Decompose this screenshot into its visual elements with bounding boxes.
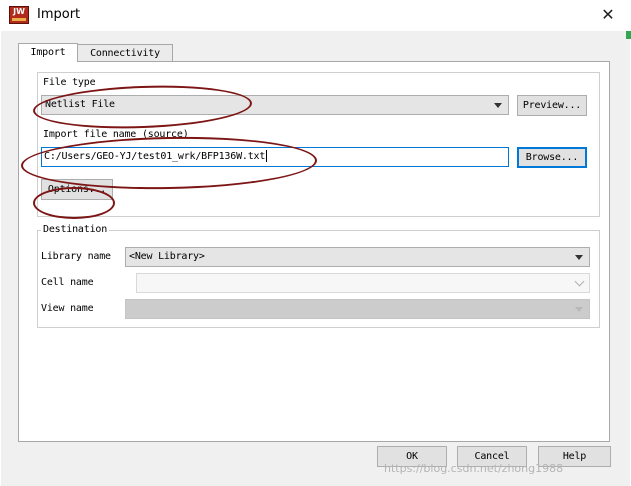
- watermark-text: https://blog.csdn.net/zhong1988: [384, 462, 564, 475]
- destination-group: Destination Library name <New Library> C…: [37, 224, 600, 328]
- view-name-label: View name: [41, 303, 94, 314]
- window-title: Import: [37, 7, 81, 22]
- file-type-value: Netlist File: [45, 99, 115, 110]
- file-type-label: File type: [41, 77, 98, 88]
- source-group: File type Netlist File Preview... Import…: [37, 72, 600, 217]
- background-window-edge: [626, 31, 631, 39]
- import-file-label: Import file name (source): [41, 129, 191, 140]
- chevron-down-icon: [575, 307, 583, 312]
- view-name-select[interactable]: [125, 299, 590, 319]
- title-bar: JW Import ✕: [0, 0, 631, 31]
- tab-connectivity[interactable]: Connectivity: [77, 44, 173, 62]
- import-tab-panel: File type Netlist File Preview... Import…: [18, 61, 610, 442]
- options-button[interactable]: Options...: [41, 179, 113, 200]
- close-icon[interactable]: ✕: [596, 4, 620, 26]
- import-file-value: C:/Users/GEO-YJ/test01_wrk/BFP136W.txt: [44, 151, 266, 162]
- app-logo-text: JW: [13, 7, 25, 16]
- import-file-input[interactable]: C:/Users/GEO-YJ/test01_wrk/BFP136W.txt: [41, 147, 509, 167]
- chevron-down-icon: [574, 276, 585, 287]
- preview-button[interactable]: Preview...: [517, 95, 587, 116]
- destination-legend: Destination: [41, 224, 110, 235]
- dialog-client: Import Connectivity File type Netlist Fi…: [1, 31, 630, 486]
- library-name-value: <New Library>: [129, 251, 205, 262]
- library-name-select[interactable]: <New Library>: [125, 247, 590, 267]
- library-name-label: Library name: [41, 251, 111, 262]
- cell-name-combo[interactable]: [136, 273, 590, 293]
- chevron-down-icon: [494, 103, 502, 108]
- cell-name-label: Cell name: [41, 277, 94, 288]
- browse-button[interactable]: Browse...: [517, 147, 587, 168]
- chevron-down-icon: [575, 255, 583, 260]
- file-type-select[interactable]: Netlist File: [41, 95, 509, 115]
- text-caret: [266, 150, 268, 162]
- tab-import[interactable]: Import: [18, 43, 78, 62]
- app-logo-icon: JW: [9, 6, 29, 24]
